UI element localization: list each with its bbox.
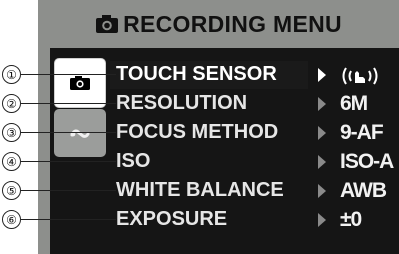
chevron-right-icon — [318, 97, 326, 111]
menu-item-label: WHITE BALANCE — [116, 179, 284, 201]
callout-leader-line — [21, 219, 116, 220]
menu-item-exposure[interactable]: ⑥ EXPOSURE ±0 — [0, 206, 399, 234]
callout-marker: ⑤ — [2, 181, 21, 200]
callout-marker: ④ — [2, 152, 21, 171]
menu-item-value: ISO-A — [340, 150, 394, 173]
callout-marker: ① — [2, 65, 21, 84]
menu-item-label: ISO — [116, 150, 151, 172]
menu-item-label: TOUCH SENSOR — [116, 63, 277, 85]
callout-leader-line — [21, 103, 116, 104]
menu-item-focus-method[interactable]: ③ FOCUS METHOD 9-AF — [0, 119, 399, 147]
chevron-right-icon — [318, 155, 326, 169]
menu-item-white-balance[interactable]: ⑤ WHITE BALANCE AWB — [0, 177, 399, 205]
menu-item-value: 6M — [340, 92, 368, 115]
menu-item-value: ±0 — [340, 208, 362, 231]
menu-title-text: RECORDING MENU — [123, 10, 342, 37]
chevron-right-icon — [318, 68, 326, 82]
callout-marker: ② — [2, 94, 21, 113]
menu-title: RECORDING MENU — [38, 0, 399, 48]
menu-item-resolution[interactable]: ② RESOLUTION 6M — [0, 90, 399, 118]
callout-leader-line — [21, 74, 116, 75]
menu-item-label: EXPOSURE — [116, 208, 228, 230]
callout-leader-line — [21, 161, 116, 162]
callout-leader-line — [21, 132, 116, 133]
menu-item-touch-sensor[interactable]: ① TOUCH SENSOR — [0, 61, 399, 89]
callout-marker: ③ — [2, 123, 21, 142]
menu-item-label: RESOLUTION — [116, 92, 248, 114]
chevron-right-icon — [318, 213, 326, 227]
chevron-right-icon — [318, 184, 326, 198]
chevron-right-icon — [318, 126, 326, 140]
menu-item-value: AWB — [340, 179, 387, 202]
menu-item-value: 9-AF — [340, 121, 384, 144]
callout-marker: ⑥ — [2, 210, 21, 229]
menu-item-label: FOCUS METHOD — [116, 121, 279, 143]
callout-leader-line — [21, 190, 116, 191]
camera-icon — [96, 15, 119, 33]
touch-sensor-icon — [342, 67, 378, 85]
menu-item-iso[interactable]: ④ ISO ISO-A — [0, 148, 399, 176]
